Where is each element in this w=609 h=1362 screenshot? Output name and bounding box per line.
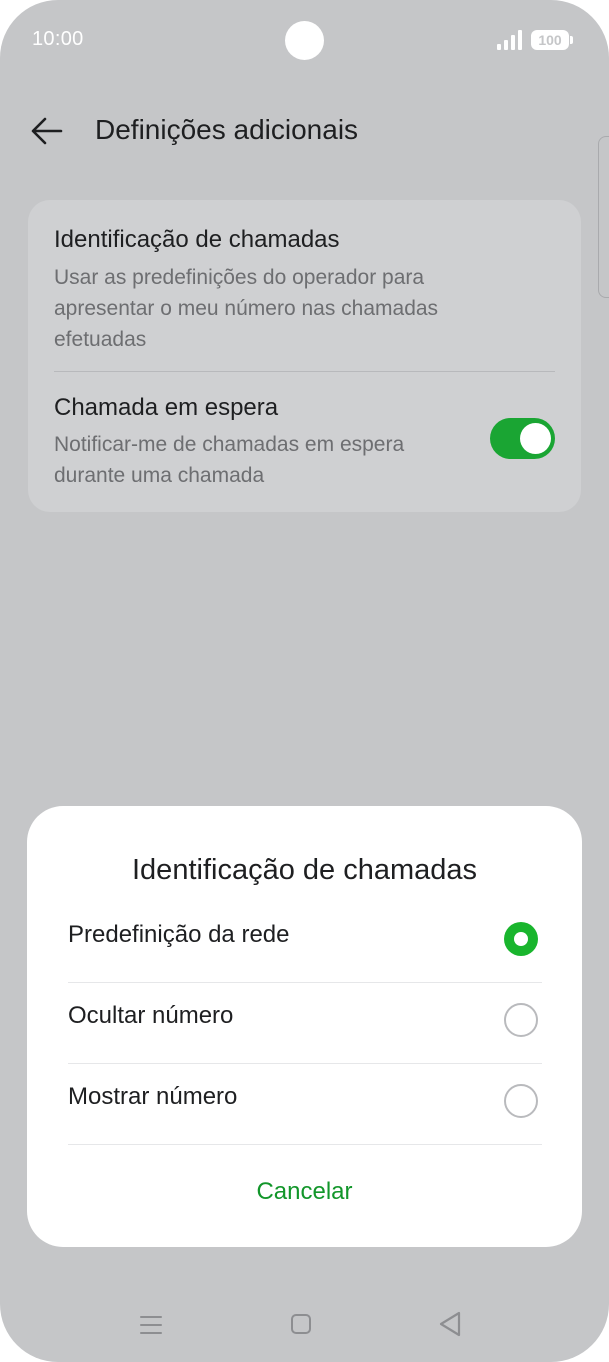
radio-unselected-icon[interactable] <box>504 1084 538 1118</box>
back-triangle-icon[interactable] <box>438 1311 462 1337</box>
back-button[interactable] <box>30 114 64 148</box>
radio-selected-icon[interactable] <box>504 922 538 956</box>
option-label: Mostrar número <box>68 1083 238 1110</box>
option-divider <box>68 1144 542 1145</box>
dialog-title: Identificação de chamadas <box>132 854 477 886</box>
signal-icon <box>497 30 523 50</box>
page-title: Definições adicionais <box>95 114 359 145</box>
option-network-default[interactable]: Predefinição da rede <box>68 902 542 983</box>
cancel-button[interactable]: Cancelar <box>27 1178 582 1206</box>
toggle-knob <box>520 423 551 454</box>
settings-card: Identificação de chamadas Usar as predef… <box>28 200 581 512</box>
camera-cutout <box>285 21 324 60</box>
call-waiting-subtitle: Notificar-me de chamadas em espera duran… <box>54 433 405 487</box>
scroll-indicator <box>598 136 609 298</box>
phone-screen: 10:00 100 Definições adicionais Identifi… <box>0 0 609 1362</box>
battery-icon: 100 <box>531 30 573 50</box>
call-waiting-toggle[interactable] <box>490 418 555 459</box>
option-label: Ocultar número <box>68 1002 234 1029</box>
option-hide-number[interactable]: Ocultar número <box>68 983 542 1064</box>
menu-icon[interactable] <box>140 1314 162 1336</box>
home-icon[interactable] <box>291 1314 311 1334</box>
card-divider <box>54 371 555 372</box>
caller-id-title: Identificação de chamadas <box>54 226 340 253</box>
radio-unselected-icon[interactable] <box>504 1003 538 1037</box>
caller-id-dialog: Identificação de chamadas Predefinição d… <box>27 806 582 1247</box>
caller-id-subtitle: Usar as predefinições do operador para a… <box>54 266 439 351</box>
option-show-number[interactable]: Mostrar número <box>68 1064 542 1145</box>
call-waiting-title: Chamada em espera <box>54 394 279 421</box>
status-bar: 10:00 100 <box>0 0 609 80</box>
arrow-left-icon <box>31 117 63 145</box>
status-time: 10:00 <box>32 28 84 50</box>
option-label: Predefinição da rede <box>68 921 290 948</box>
